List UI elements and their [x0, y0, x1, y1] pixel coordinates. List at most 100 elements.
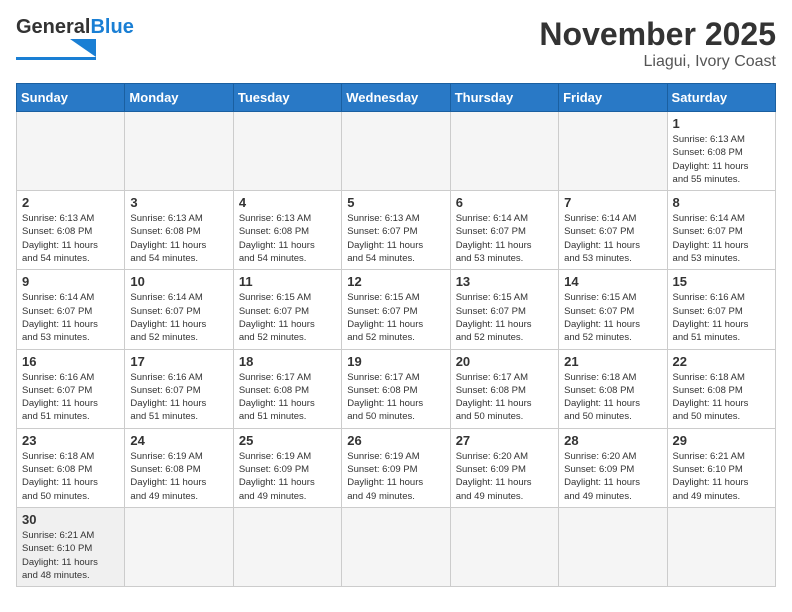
logo-blue: Blue [90, 16, 133, 39]
calendar-title: November 2025 [539, 16, 776, 53]
day-info: Sunrise: 6:14 AM Sunset: 6:07 PM Dayligh… [564, 212, 661, 265]
day-info: Sunrise: 6:18 AM Sunset: 6:08 PM Dayligh… [673, 371, 770, 424]
day-info: Sunrise: 6:18 AM Sunset: 6:08 PM Dayligh… [564, 371, 661, 424]
day-info: Sunrise: 6:20 AM Sunset: 6:09 PM Dayligh… [564, 450, 661, 503]
day-number: 4 [239, 195, 336, 210]
day-number: 1 [673, 116, 770, 131]
day-number: 28 [564, 433, 661, 448]
calendar-cell: 23 Sunrise: 6:18 AM Sunset: 6:08 PM Dayli… [17, 428, 125, 507]
title-block: November 2025 Liagui, Ivory Coast [539, 16, 776, 71]
day-header-tuesday: Tuesday [233, 84, 341, 112]
calendar-cell: 19 Sunrise: 6:17 AM Sunset: 6:08 PM Dayli… [342, 349, 450, 428]
day-number: 6 [456, 195, 553, 210]
day-header-monday: Monday [125, 84, 233, 112]
day-number: 15 [673, 274, 770, 289]
day-number: 23 [22, 433, 119, 448]
day-number: 25 [239, 433, 336, 448]
calendar-cell [450, 112, 558, 191]
calendar-cell [559, 112, 667, 191]
day-info: Sunrise: 6:14 AM Sunset: 6:07 PM Dayligh… [456, 212, 553, 265]
day-info: Sunrise: 6:13 AM Sunset: 6:08 PM Dayligh… [130, 212, 227, 265]
day-number: 19 [347, 354, 444, 369]
day-info: Sunrise: 6:15 AM Sunset: 6:07 PM Dayligh… [564, 291, 661, 344]
calendar-cell: 22 Sunrise: 6:18 AM Sunset: 6:08 PM Dayli… [667, 349, 775, 428]
day-header-sunday: Sunday [17, 84, 125, 112]
calendar-cell: 3 Sunrise: 6:13 AM Sunset: 6:08 PM Daylig… [125, 191, 233, 270]
day-info: Sunrise: 6:15 AM Sunset: 6:07 PM Dayligh… [239, 291, 336, 344]
day-number: 27 [456, 433, 553, 448]
day-number: 16 [22, 354, 119, 369]
calendar-cell: 24 Sunrise: 6:19 AM Sunset: 6:08 PM Dayli… [125, 428, 233, 507]
day-info: Sunrise: 6:16 AM Sunset: 6:07 PM Dayligh… [22, 371, 119, 424]
calendar-cell: 12 Sunrise: 6:15 AM Sunset: 6:07 PM Dayli… [342, 270, 450, 349]
day-info: Sunrise: 6:14 AM Sunset: 6:07 PM Dayligh… [673, 212, 770, 265]
day-info: Sunrise: 6:14 AM Sunset: 6:07 PM Dayligh… [130, 291, 227, 344]
calendar-cell: 28 Sunrise: 6:20 AM Sunset: 6:09 PM Dayli… [559, 428, 667, 507]
day-info: Sunrise: 6:17 AM Sunset: 6:08 PM Dayligh… [239, 371, 336, 424]
day-number: 30 [22, 512, 119, 527]
day-number: 3 [130, 195, 227, 210]
day-header-friday: Friday [559, 84, 667, 112]
calendar-cell: 26 Sunrise: 6:19 AM Sunset: 6:09 PM Dayli… [342, 428, 450, 507]
day-header-thursday: Thursday [450, 84, 558, 112]
calendar-cell [233, 112, 341, 191]
day-info: Sunrise: 6:16 AM Sunset: 6:07 PM Dayligh… [130, 371, 227, 424]
day-number: 24 [130, 433, 227, 448]
calendar-cell [17, 112, 125, 191]
calendar-cell: 4 Sunrise: 6:13 AM Sunset: 6:08 PM Daylig… [233, 191, 341, 270]
calendar-cell [342, 507, 450, 586]
day-info: Sunrise: 6:15 AM Sunset: 6:07 PM Dayligh… [347, 291, 444, 344]
calendar-cell: 15Sunrise: 6:16 AM Sunset: 6:07 PM Dayli… [667, 270, 775, 349]
calendar-cell: 17Sunrise: 6:16 AM Sunset: 6:07 PM Dayli… [125, 349, 233, 428]
day-info: Sunrise: 6:13 AM Sunset: 6:08 PM Dayligh… [22, 212, 119, 265]
day-info: Sunrise: 6:13 AM Sunset: 6:08 PM Dayligh… [239, 212, 336, 265]
calendar-week-2: 2 Sunrise: 6:13 AM Sunset: 6:08 PM Daylig… [17, 191, 776, 270]
calendar-week-4: 16 Sunrise: 6:16 AM Sunset: 6:07 PM Dayli… [17, 349, 776, 428]
day-info: Sunrise: 6:21 AM Sunset: 6:10 PM Dayligh… [22, 529, 119, 582]
day-info: Sunrise: 6:15 AM Sunset: 6:07 PM Dayligh… [456, 291, 553, 344]
day-number: 12 [347, 274, 444, 289]
day-number: 21 [564, 354, 661, 369]
calendar-cell: 29Sunrise: 6:21 AM Sunset: 6:10 PM Dayli… [667, 428, 775, 507]
day-info: Sunrise: 6:17 AM Sunset: 6:08 PM Dayligh… [456, 371, 553, 424]
day-info: Sunrise: 6:18 AM Sunset: 6:08 PM Dayligh… [22, 450, 119, 503]
calendar-cell [559, 507, 667, 586]
day-info: Sunrise: 6:14 AM Sunset: 6:07 PM Dayligh… [22, 291, 119, 344]
calendar-table: SundayMondayTuesdayWednesdayThursdayFrid… [16, 83, 776, 587]
day-number: 26 [347, 433, 444, 448]
calendar-cell: 11Sunrise: 6:15 AM Sunset: 6:07 PM Dayli… [233, 270, 341, 349]
day-number: 29 [673, 433, 770, 448]
calendar-cell [233, 507, 341, 586]
day-number: 5 [347, 195, 444, 210]
day-info: Sunrise: 6:19 AM Sunset: 6:09 PM Dayligh… [347, 450, 444, 503]
day-number: 22 [673, 354, 770, 369]
day-header-saturday: Saturday [667, 84, 775, 112]
day-number: 2 [22, 195, 119, 210]
day-info: Sunrise: 6:19 AM Sunset: 6:09 PM Dayligh… [239, 450, 336, 503]
logo: General Blue [16, 16, 134, 61]
calendar-cell: 13 Sunrise: 6:15 AM Sunset: 6:07 PM Dayli… [450, 270, 558, 349]
calendar-cell: 25 Sunrise: 6:19 AM Sunset: 6:09 PM Dayli… [233, 428, 341, 507]
calendar-cell: 10 Sunrise: 6:14 AM Sunset: 6:07 PM Dayli… [125, 270, 233, 349]
day-info: Sunrise: 6:20 AM Sunset: 6:09 PM Dayligh… [456, 450, 553, 503]
page-header: General Blue November 2025 Liagui, Ivory… [16, 16, 776, 71]
calendar-cell [125, 112, 233, 191]
day-number: 13 [456, 274, 553, 289]
day-number: 8 [673, 195, 770, 210]
day-number: 14 [564, 274, 661, 289]
logo-graphic [16, 39, 96, 61]
calendar-cell: 21 Sunrise: 6:18 AM Sunset: 6:08 PM Dayli… [559, 349, 667, 428]
day-info: Sunrise: 6:17 AM Sunset: 6:08 PM Dayligh… [347, 371, 444, 424]
day-info: Sunrise: 6:13 AM Sunset: 6:08 PM Dayligh… [673, 133, 770, 186]
logo-general: General [16, 16, 90, 39]
calendar-week-1: 1 Sunrise: 6:13 AM Sunset: 6:08 PM Daylig… [17, 112, 776, 191]
calendar-cell: 14 Sunrise: 6:15 AM Sunset: 6:07 PM Dayli… [559, 270, 667, 349]
calendar-cell: 8 Sunrise: 6:14 AM Sunset: 6:07 PM Daylig… [667, 191, 775, 270]
day-number: 10 [130, 274, 227, 289]
calendar-cell [125, 507, 233, 586]
day-info: Sunrise: 6:19 AM Sunset: 6:08 PM Dayligh… [130, 450, 227, 503]
day-info: Sunrise: 6:13 AM Sunset: 6:07 PM Dayligh… [347, 212, 444, 265]
calendar-cell: 1 Sunrise: 6:13 AM Sunset: 6:08 PM Daylig… [667, 112, 775, 191]
calendar-week-5: 23 Sunrise: 6:18 AM Sunset: 6:08 PM Dayli… [17, 428, 776, 507]
calendar-cell: 6 Sunrise: 6:14 AM Sunset: 6:07 PM Daylig… [450, 191, 558, 270]
